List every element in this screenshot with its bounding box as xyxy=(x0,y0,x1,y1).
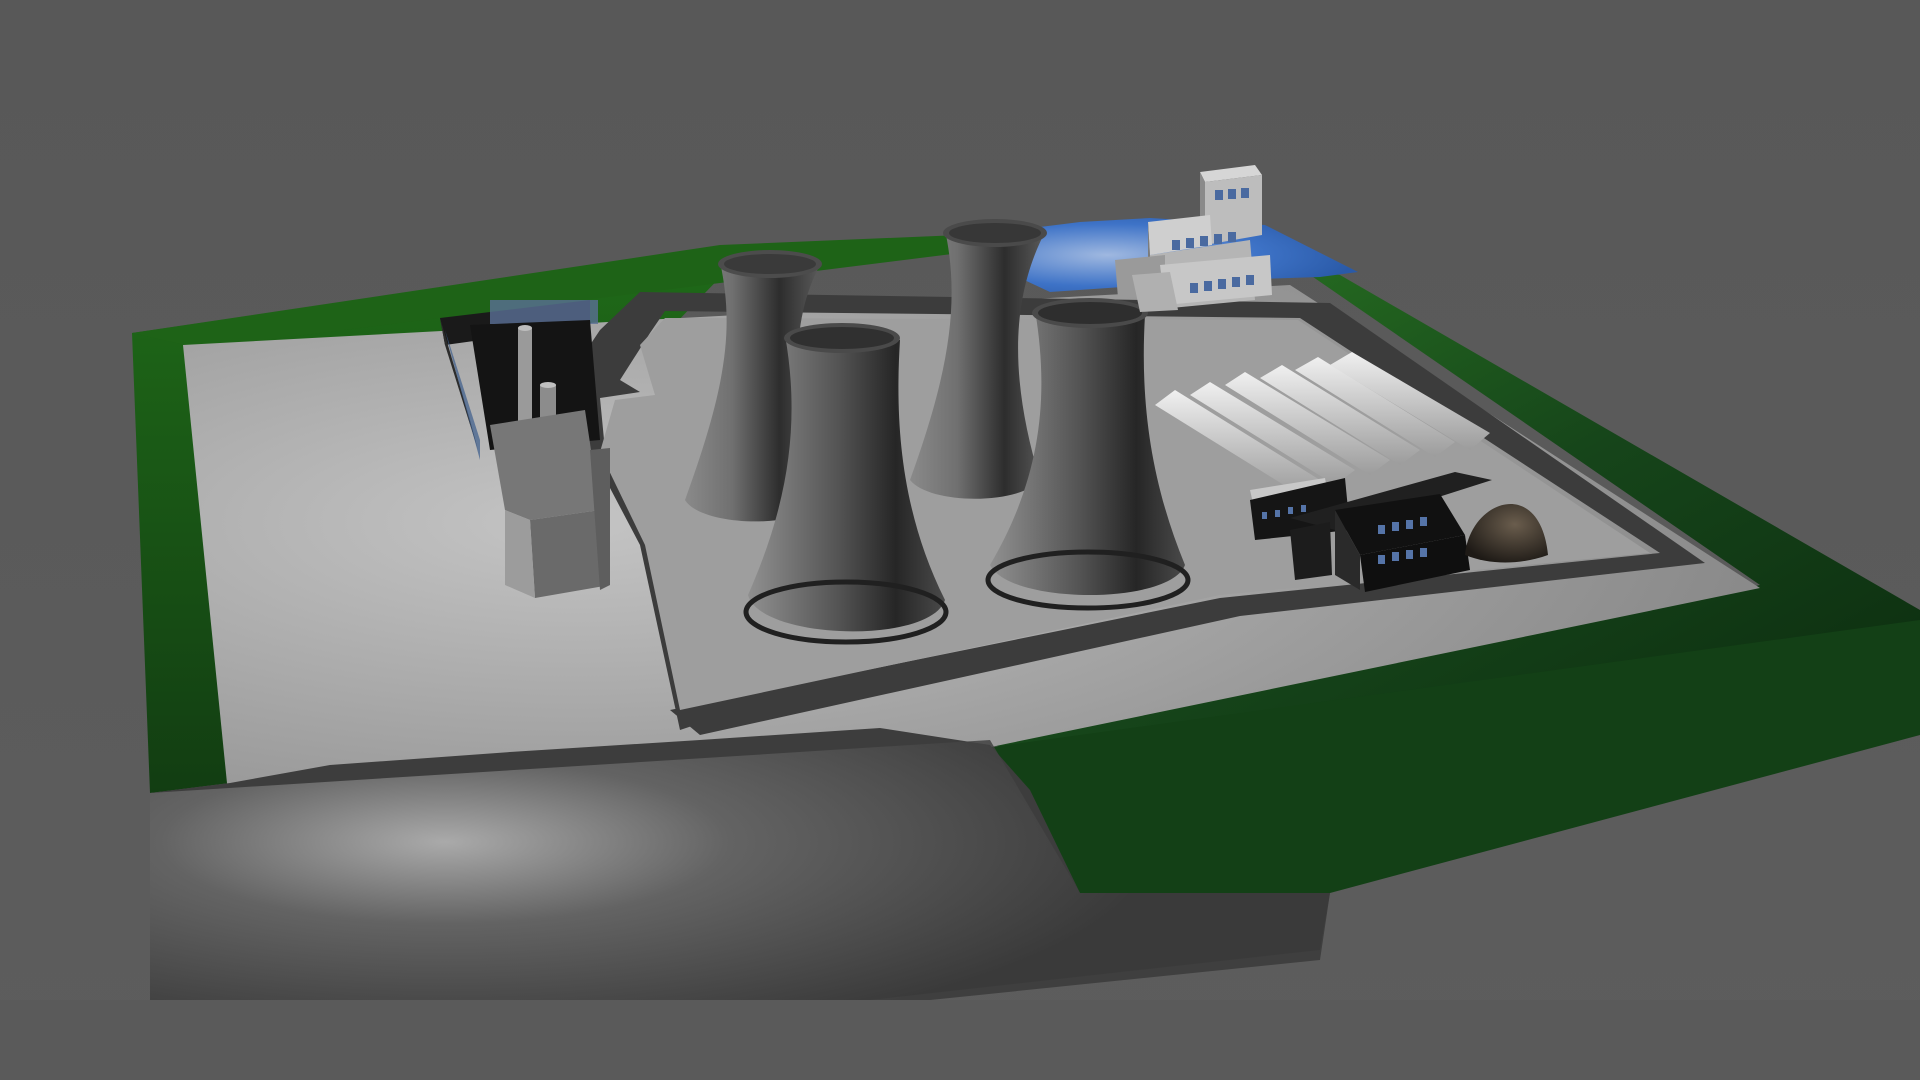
chimney-tall xyxy=(518,328,532,428)
power-plant-render xyxy=(0,0,1920,1080)
foreground-floor xyxy=(0,1000,1920,1080)
